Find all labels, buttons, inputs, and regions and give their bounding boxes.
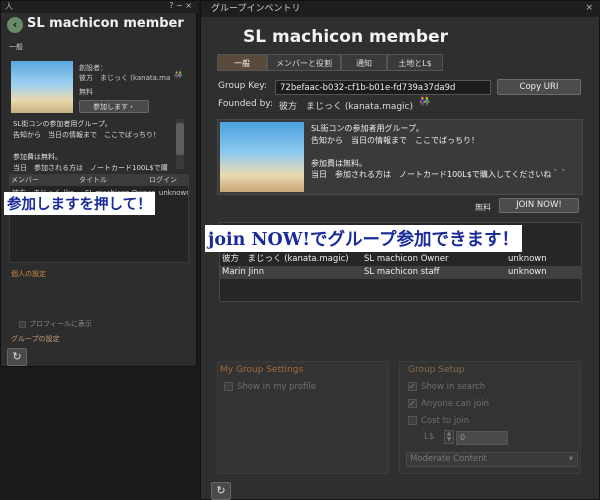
member-name: 彼方 まじっく (kanata.magic) <box>222 254 349 264</box>
left-show-profile-label: プロフィールに表示 <box>29 320 92 328</box>
founder-icon: 👫 <box>174 71 183 79</box>
maturity-dropdown[interactable]: Moderate Content ▾ <box>406 452 578 467</box>
left-desc-scrollbar[interactable] <box>176 119 184 169</box>
member-status: unknown <box>508 254 547 264</box>
left-group-name: SL machicon member <box>27 16 184 31</box>
show-in-profile-checkbox[interactable] <box>224 382 233 391</box>
left-fee: 無料 <box>79 88 93 96</box>
anyone-can-join-label: Anyone can join <box>421 399 490 409</box>
left-show-profile-row[interactable]: プロフィールに表示 <box>19 319 92 329</box>
tab-notices[interactable]: 通知 <box>341 54 387 71</box>
show-in-search-row[interactable]: ✓ Show in search <box>408 382 485 392</box>
back-button[interactable]: ‹ <box>7 17 23 33</box>
tab-land-money[interactable]: 土地とL$ <box>387 54 443 71</box>
left-row-login: unknown <box>158 189 188 197</box>
main-description: SL街コンの参加者用グループ。 告知から 当日の情報まで ここでばっちり！ 参加… <box>311 124 568 179</box>
founder-link[interactable]: 彼方 まじっく (kanata.magic) <box>279 99 413 112</box>
join-now-button[interactable]: JOIN NOW! <box>499 198 579 213</box>
member-title: SL machicon staff <box>364 267 440 277</box>
member-title: SL machicon Owner <box>364 254 449 264</box>
table-row[interactable]: Marin Jinn SL machicon staff unknown <box>220 266 581 279</box>
tab-general[interactable]: 一般 <box>217 54 267 71</box>
group-setup-panel: Group Setup ✓ Show in search ✓ Anyone can … <box>399 361 581 474</box>
cost-to-join-row[interactable]: Cost to join <box>408 416 469 426</box>
group-key-field[interactable]: 72befaac-b032-cf1b-b01e-fd739a37da9d <box>275 80 491 95</box>
show-in-search-label: Show in search <box>421 382 486 392</box>
left-founder-label: 創設者： <box>79 64 107 72</box>
left-col-login[interactable]: ログイン <box>149 175 177 185</box>
left-join-button[interactable]: 参加します・ <box>79 100 149 113</box>
left-member-columns: メンバー タイトル ログイン <box>9 174 189 185</box>
show-in-search-checkbox[interactable]: ✓ <box>408 382 417 391</box>
left-show-profile-checkbox[interactable] <box>19 320 26 328</box>
member-name: Marin Jinn <box>222 267 265 277</box>
founded-by-label: Founded by: <box>218 99 274 109</box>
left-section-general[interactable]: 一般 <box>9 42 23 52</box>
group-key-label: Group Key: <box>218 81 267 91</box>
main-close-icon[interactable]: × <box>585 3 593 13</box>
annotation-join-now: join NOW!でグループ参加できます！ <box>205 225 522 252</box>
cost-input[interactable]: 0 <box>456 431 508 445</box>
left-personal-settings: 個人の設定 <box>11 270 46 278</box>
anyone-can-join-checkbox[interactable]: ✓ <box>408 399 417 408</box>
left-title-controls[interactable]: ? − × <box>169 1 192 10</box>
main-fee: 無料 <box>475 203 491 212</box>
group-setup-header: Group Setup <box>408 365 465 375</box>
my-group-settings-panel: My Group Settings Show in my profile <box>217 361 389 474</box>
show-in-profile-row[interactable]: Show in my profile <box>224 382 316 392</box>
left-col-title[interactable]: タイトル <box>79 175 107 185</box>
founder-profile-icon[interactable]: 👫 <box>419 97 430 107</box>
table-row[interactable]: 彼方 まじっく (kanata.magic) SL machicon Owner… <box>220 253 581 266</box>
left-refresh-button[interactable]: ↻ <box>7 348 27 366</box>
show-in-profile-label: Show in my profile <box>237 382 316 392</box>
chevron-down-icon: ▾ <box>568 454 573 464</box>
main-group-name: SL machicon member <box>243 27 449 47</box>
cost-to-join-label: Cost to join <box>421 416 470 426</box>
tab-members-roles[interactable]: メンバーと役割 <box>267 54 341 71</box>
cost-stepper[interactable]: ▲ ▼ <box>444 430 454 444</box>
left-founder-name[interactable]: 彼方 まじっく (kanata.ma... <box>79 73 171 83</box>
cost-to-join-checkbox[interactable] <box>408 416 417 425</box>
left-panel: 人 ? − × ‹ SL machicon member 一般 創設者： 彼方 … <box>0 0 198 367</box>
group-insignia-large <box>220 122 304 192</box>
my-group-settings-header: My Group Settings <box>220 365 304 375</box>
maturity-value: Moderate Content <box>410 454 487 464</box>
group-insignia-image <box>11 61 73 113</box>
anyone-can-join-row[interactable]: ✓ Anyone can join <box>408 399 489 409</box>
copy-uri-button[interactable]: Copy URI <box>497 79 581 95</box>
currency-label: L$ <box>424 432 435 442</box>
main-title-bar: グループインベントリ <box>201 1 600 17</box>
main-refresh-button[interactable]: ↻ <box>211 482 231 500</box>
member-status: unknown <box>508 267 547 277</box>
left-group-settings: グループの設定 <box>11 335 60 343</box>
annotation-press-join: 参加しますを押して！ <box>4 192 155 215</box>
left-col-member[interactable]: メンバー <box>11 175 39 185</box>
